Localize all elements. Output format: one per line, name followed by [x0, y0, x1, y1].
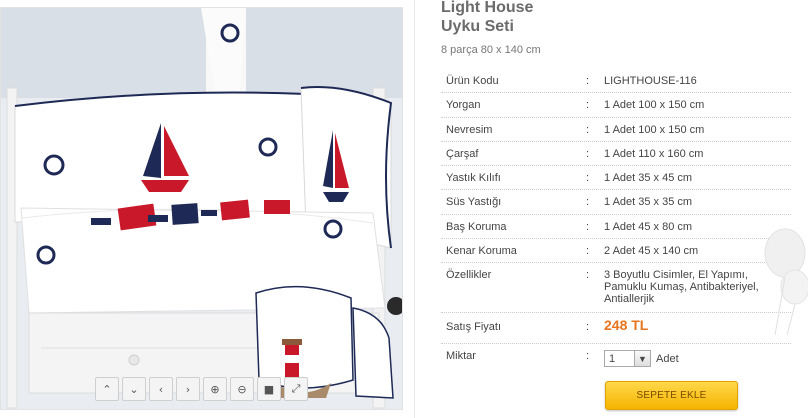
spec-label: Çarşaf — [446, 147, 479, 160]
gallery-controls: ⌃ ⌄ ‹ › ⊕ ⊖ ■ ⤢ — [95, 377, 308, 401]
gallery-up-button[interactable]: ⌃ — [95, 377, 119, 401]
spec-label: Kenar Koruma — [446, 245, 517, 258]
spec-row-head-bumper: Baş Koruma : 1 Adet 45 x 80 cm — [441, 215, 791, 240]
chevron-down-icon[interactable]: ▼ — [634, 351, 650, 367]
spec-value: 1 Adet 100 x 150 cm — [604, 99, 705, 112]
spec-separator: : — [586, 220, 590, 233]
gallery-down-button[interactable]: ⌄ — [122, 377, 146, 401]
spec-separator: : — [586, 123, 590, 136]
spec-label: Özellikler — [446, 269, 492, 282]
spec-value: 1 Adet 110 x 160 cm — [604, 147, 704, 160]
reset-button[interactable]: ■ — [257, 377, 281, 401]
gallery-next-button[interactable]: › — [176, 377, 200, 401]
product-subtitle: 8 parça 80 x 140 cm — [441, 44, 541, 56]
spec-value: LIGHTHOUSE-116 — [604, 75, 697, 87]
quantity-control: 1 ▼ Adet — [604, 350, 791, 368]
gallery-prev-button[interactable]: ‹ — [149, 377, 173, 401]
balloons-decoration — [764, 228, 808, 335]
product-title: Light House Uyku Seti — [441, 0, 771, 36]
product-image[interactable] — [0, 7, 403, 410]
zoom-in-button[interactable]: ⊕ — [203, 377, 227, 401]
spec-label: Nevresim — [446, 123, 493, 136]
spec-label: Süs Yastığı — [446, 196, 502, 209]
spec-row-decorative-pillow: Süs Yastığı : 1 Adet 35 x 35 cm — [441, 190, 791, 215]
product-title-line1: Light House — [441, 0, 534, 16]
spec-row-yorgan: Yorgan : 1 Adet 100 x 150 cm — [441, 93, 791, 118]
column-divider — [414, 0, 415, 418]
spec-separator: : — [586, 172, 590, 185]
spec-label: Ürün Kodu — [446, 75, 499, 87]
spec-separator: : — [586, 245, 590, 258]
quantity-label: Miktar — [446, 350, 476, 363]
spec-value: 1 Adet 100 x 150 cm — [604, 123, 705, 136]
spec-separator: : — [586, 196, 590, 209]
quantity-unit: Adet — [656, 352, 679, 365]
spec-value: 1 Adet 35 x 45 cm — [604, 172, 693, 185]
product-detail: ⌃ ⌄ ‹ › ⊕ ⊖ ■ ⤢ Light House Uyku Seti 8 … — [0, 0, 808, 418]
product-title-line2: Uyku Seti — [441, 18, 514, 35]
spec-row-nevresim: Nevresim : 1 Adet 100 x 150 cm — [441, 118, 791, 142]
quantity-select[interactable]: 1 ▼ — [604, 350, 651, 368]
price-row: Satış Fiyatı : 248 TL — [441, 313, 791, 345]
spec-separator: : — [586, 269, 590, 282]
spec-row-product-code: Ürün Kodu : LIGHTHOUSE-116 — [441, 69, 791, 94]
price-separator: : — [586, 321, 590, 334]
spec-separator: : — [586, 99, 590, 112]
zoom-out-button[interactable]: ⊖ — [230, 377, 254, 401]
spec-label: Yastık Kılıfı — [446, 172, 501, 185]
spec-row-features: Özellikler : 3 Boyutlu Cisimler, El Yapı… — [441, 263, 791, 314]
fullscreen-button[interactable]: ⤢ — [284, 377, 308, 401]
spec-separator: : — [586, 147, 590, 160]
spec-label: Yorgan — [446, 99, 481, 112]
spec-row-carsaf: Çarşaf : 1 Adet 110 x 160 cm — [441, 142, 791, 167]
spec-label: Baş Koruma — [446, 220, 507, 233]
spec-row-side-bumper: Kenar Koruma : 2 Adet 45 x 140 cm — [441, 239, 791, 264]
quantity-value: 1 — [609, 352, 616, 365]
quantity-separator: : — [586, 350, 590, 363]
add-to-cart-button[interactable]: SEPETE EKLE — [605, 381, 738, 410]
spec-value: 1 Adet 35 x 35 cm — [604, 196, 693, 209]
spec-table: Ürün Kodu : LIGHTHOUSE-116 Yorgan : 1 Ad… — [441, 69, 791, 375]
price-label: Satış Fiyatı — [446, 321, 502, 334]
spec-separator: : — [586, 75, 590, 87]
quantity-row: Miktar : 1 ▼ Adet — [441, 344, 791, 375]
spec-row-pillowcase: Yastık Kılıfı : 1 Adet 35 x 45 cm — [441, 166, 791, 191]
crib-bedding-photo — [1, 8, 402, 409]
